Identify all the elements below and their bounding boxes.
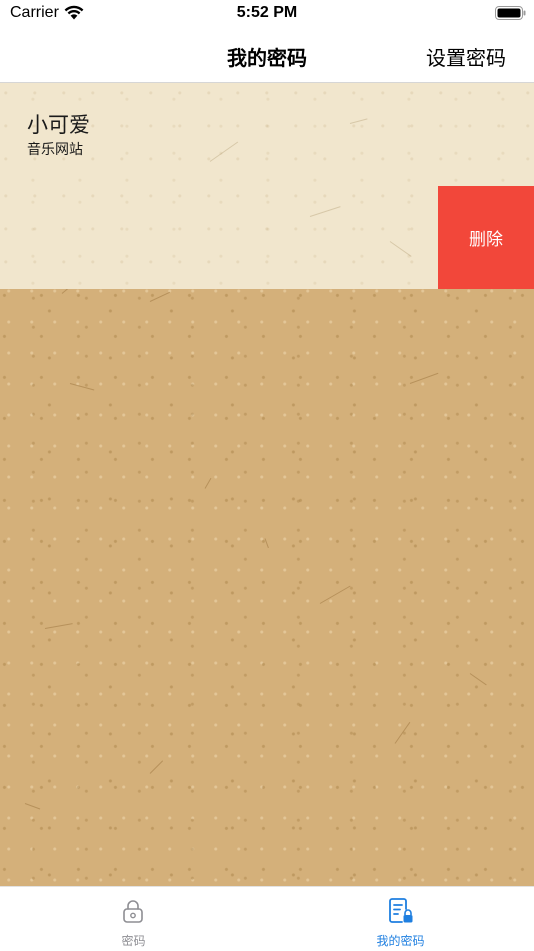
item-title: 小可爱 <box>27 113 90 137</box>
password-list[interactable]: 小可爱 音乐网站 删除 <box>0 83 534 886</box>
paper-texture <box>469 673 487 686</box>
status-bar: Carrier 5:52 PM <box>0 0 534 30</box>
navigation-bar: 我的密码 设置密码 <box>0 30 534 83</box>
clock: 5:52 PM <box>236 4 298 21</box>
paper-texture <box>149 760 164 774</box>
list-item[interactable] <box>0 186 438 289</box>
item-subtitle: 音乐网站 <box>27 142 83 158</box>
paper-texture <box>44 623 73 629</box>
paper-texture <box>204 477 212 489</box>
tab-bar: 密码 我的密码 <box>0 886 534 951</box>
paper-texture <box>394 721 411 744</box>
paper-texture <box>309 206 341 217</box>
set-password-button[interactable]: 设置密码 <box>426 42 506 71</box>
paper-texture <box>319 585 351 604</box>
tab-label: 我的密码 <box>376 934 425 948</box>
paper-texture <box>209 141 239 162</box>
battery-icon <box>495 6 526 20</box>
paper-texture <box>389 241 412 257</box>
paper-texture <box>264 538 269 549</box>
tab-password[interactable]: 密码 <box>0 887 267 951</box>
paper-texture <box>24 803 41 810</box>
document-lock-icon <box>389 898 413 923</box>
delete-button[interactable]: 删除 <box>438 186 534 289</box>
paper-texture <box>349 118 368 124</box>
paper-texture <box>409 372 439 384</box>
tab-label: 密码 <box>121 934 146 948</box>
paper-texture <box>149 291 171 302</box>
paper-texture <box>69 383 95 391</box>
lock-icon <box>123 900 143 923</box>
tab-my-password[interactable]: 我的密码 <box>267 887 534 951</box>
list-item[interactable]: 小可爱 音乐网站 <box>0 83 534 187</box>
